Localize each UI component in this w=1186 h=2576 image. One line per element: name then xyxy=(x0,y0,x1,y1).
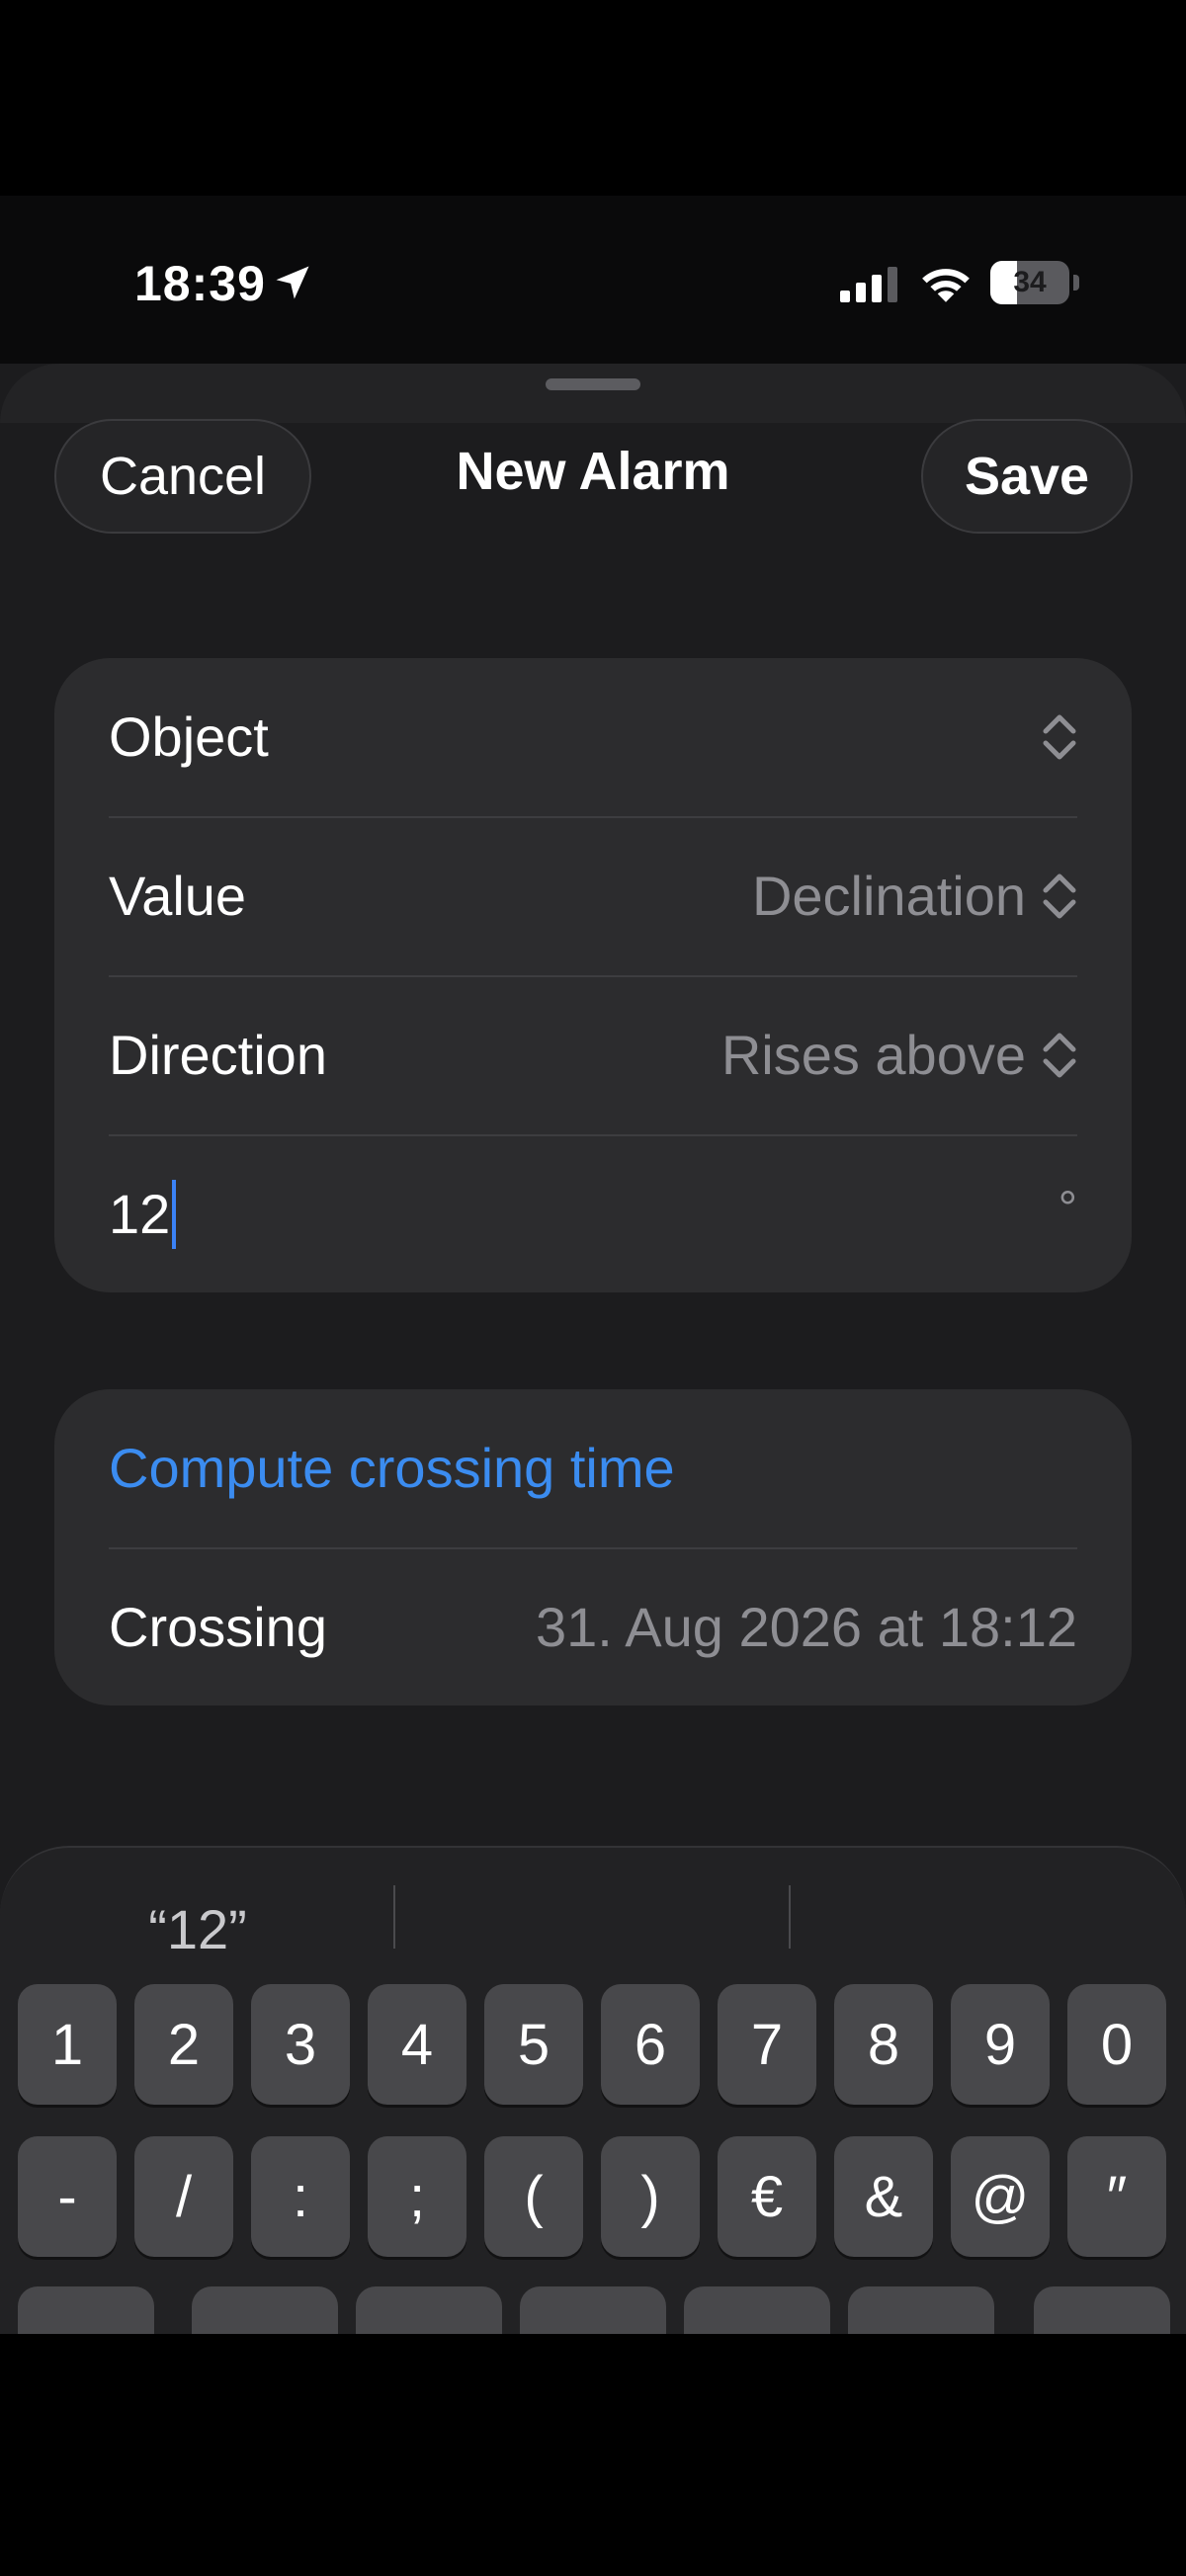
object-picker-row[interactable]: Object xyxy=(109,658,1077,816)
key-row2-4[interactable]: ( xyxy=(484,2136,583,2257)
degree-unit: ° xyxy=(1058,1183,1077,1235)
key-row2-8[interactable]: @ xyxy=(951,2136,1050,2257)
key-question[interactable] xyxy=(520,2286,666,2334)
object-label: Object xyxy=(109,706,269,768)
text-caret xyxy=(172,1180,177,1250)
direction-picker-row[interactable]: Direction Rises above xyxy=(109,976,1077,1134)
value-picker-row[interactable]: Value Declination xyxy=(109,817,1077,975)
status-bar: 18:39 34 xyxy=(0,196,1186,364)
chevron-up-down-icon xyxy=(1043,873,1076,919)
direction-label: Direction xyxy=(109,1024,327,1086)
shift-symbols-key[interactable] xyxy=(18,2286,154,2334)
crossing-row: Crossing 31. Aug 2026 at 18:12 xyxy=(109,1548,1077,1706)
key-comma[interactable] xyxy=(356,2286,502,2334)
key-row1-9[interactable]: 0 xyxy=(1067,1984,1166,2105)
key-period[interactable] xyxy=(192,2286,338,2334)
crossing-card: Compute crossing time Crossing 31. Aug 2… xyxy=(54,1389,1132,1705)
value-selected: Declination xyxy=(751,865,1026,927)
wifi-icon xyxy=(922,269,970,302)
chevron-up-down-icon xyxy=(1043,714,1076,760)
app-screen: 18:39 34 Cancel New Alarm Save Object Va… xyxy=(0,196,1186,2334)
key-row2-1[interactable]: / xyxy=(134,2136,233,2257)
key-row1-3[interactable]: 4 xyxy=(368,1984,466,2105)
key-row1-1[interactable]: 2 xyxy=(134,1984,233,2105)
key-row1-6[interactable]: 7 xyxy=(718,1984,816,2105)
battery-icon: 34 xyxy=(990,261,1081,304)
value-label: Value xyxy=(109,865,247,927)
location-arrow-icon xyxy=(276,266,309,299)
threshold-value: 12 xyxy=(109,1183,171,1245)
sheet-grabber[interactable] xyxy=(546,378,640,390)
threshold-input[interactable]: 12 xyxy=(109,1135,177,1293)
crossing-label: Crossing xyxy=(109,1596,327,1658)
key-row1-5[interactable]: 6 xyxy=(601,1984,700,2105)
key-row1-8[interactable]: 9 xyxy=(951,1984,1050,2105)
key-row1-2[interactable]: 3 xyxy=(251,1984,350,2105)
key-row1-4[interactable]: 5 xyxy=(484,1984,583,2105)
direction-selected: Rises above xyxy=(720,1024,1026,1086)
key-row2-6[interactable]: € xyxy=(718,2136,816,2257)
key-row2-2[interactable]: : xyxy=(251,2136,350,2257)
key-row2-5[interactable]: ) xyxy=(601,2136,700,2257)
key-row2-0[interactable]: - xyxy=(18,2136,117,2257)
delete-key[interactable] xyxy=(1034,2286,1170,2334)
compute-crossing-time-button[interactable]: Compute crossing time xyxy=(109,1389,675,1547)
battery-percentage: 34 xyxy=(1013,266,1047,298)
crossing-value: 31. Aug 2026 at 18:12 xyxy=(535,1596,1077,1658)
cellular-signal-icon xyxy=(840,267,897,302)
sheet-header-surface xyxy=(0,364,1186,423)
key-row2-3[interactable]: ; xyxy=(368,2136,466,2257)
key-row1-0[interactable]: 1 xyxy=(18,1984,117,2105)
key-apostrophe[interactable] xyxy=(848,2286,994,2334)
divider xyxy=(109,1134,1077,1136)
key-row1-7[interactable]: 8 xyxy=(834,1984,933,2105)
suggestion-2[interactable] xyxy=(395,1875,791,1984)
suggestion-1[interactable]: “12” xyxy=(0,1875,395,1984)
key-exclamation[interactable] xyxy=(684,2286,830,2334)
status-time: 18:39 xyxy=(134,256,266,311)
alarm-settings-card: Object Value Declination Direction Rises… xyxy=(54,658,1132,1292)
battery-body: 34 xyxy=(990,261,1069,304)
chevron-up-down-icon xyxy=(1043,1033,1076,1078)
battery-cap xyxy=(1073,275,1079,291)
save-button[interactable]: Save xyxy=(921,419,1133,534)
key-row2-7[interactable]: & xyxy=(834,2136,933,2257)
key-row2-9[interactable]: ″ xyxy=(1067,2136,1166,2257)
suggestion-3[interactable] xyxy=(791,1875,1186,1984)
